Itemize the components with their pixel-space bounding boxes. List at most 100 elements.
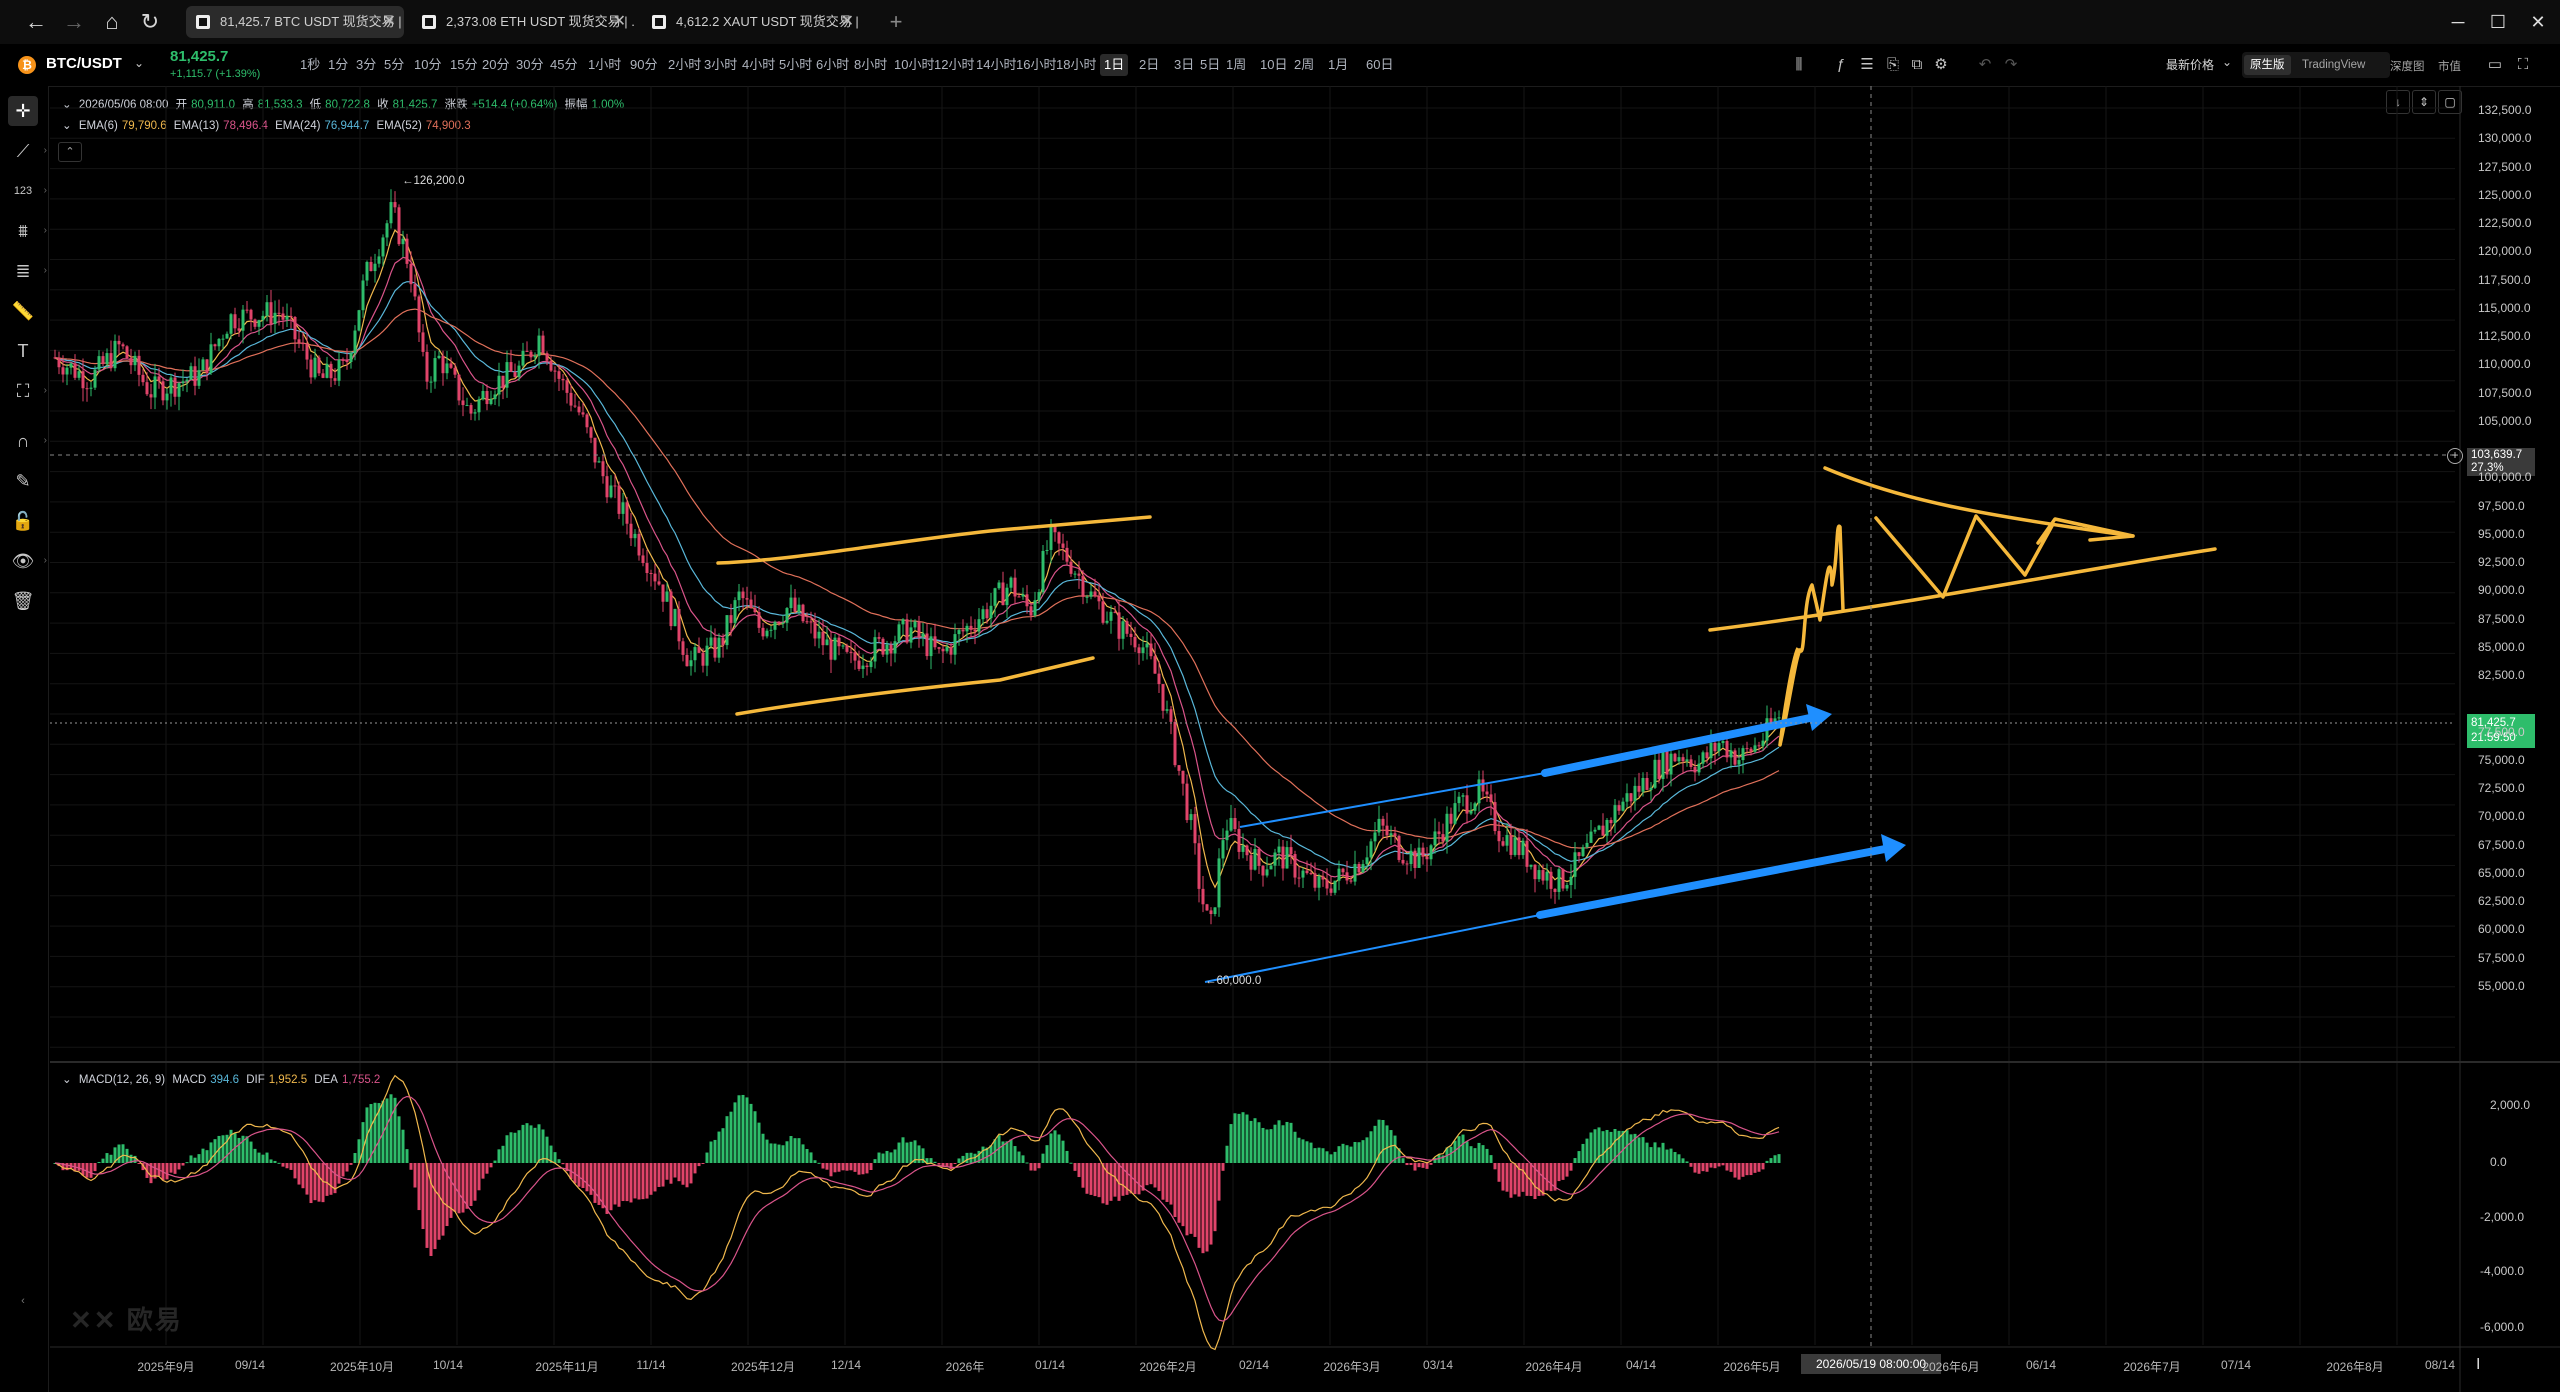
macd-bar <box>273 1160 277 1163</box>
interval-7[interactable]: 30分 <box>512 54 547 76</box>
interval-9[interactable]: 1小时 <box>584 54 625 76</box>
macd-bar <box>681 1163 685 1185</box>
candle-body <box>1225 830 1229 841</box>
candle-body <box>1121 621 1125 639</box>
time-tick: 2025年9月 <box>137 1360 195 1374</box>
macd-bar <box>1669 1148 1673 1163</box>
candle-body <box>1737 760 1741 765</box>
candle-body <box>1009 577 1013 588</box>
price-tick: 132,500.0 <box>2478 103 2532 117</box>
macd-bar <box>305 1163 309 1195</box>
interval-29[interactable]: 1月 <box>1324 54 1352 76</box>
interval-28[interactable]: 2周 <box>1290 54 1318 76</box>
interval-8[interactable]: 45分 <box>546 54 581 76</box>
interval-1[interactable]: 1分 <box>324 54 352 76</box>
interval-4[interactable]: 10分 <box>410 54 445 76</box>
candle-body <box>53 357 57 359</box>
interval-21[interactable]: 18小时 <box>1052 54 1100 76</box>
interval-24[interactable]: 3日 <box>1170 54 1198 76</box>
interval-16[interactable]: 8小时 <box>850 54 891 76</box>
macd-bar <box>1653 1142 1657 1163</box>
interval-0[interactable]: 1秒 <box>296 54 324 76</box>
candle-body <box>1433 831 1437 846</box>
macd-bar <box>1017 1151 1021 1163</box>
interval-25[interactable]: 5日 <box>1196 54 1224 76</box>
price-tick: 125,000.0 <box>2478 187 2532 202</box>
interval-2[interactable]: 3分 <box>352 54 380 76</box>
candlestick-chart[interactable] <box>0 0 2560 1392</box>
macd-bar <box>589 1163 593 1195</box>
interval-5[interactable]: 15分 <box>446 54 481 76</box>
high-mark-value: 126,200.0 <box>413 175 465 187</box>
macd-bar <box>525 1123 529 1163</box>
candle-body <box>961 630 965 632</box>
macd-bar <box>805 1149 809 1163</box>
add-alert-icon[interactable]: + <box>2447 448 2463 464</box>
interval-30[interactable]: 60日 <box>1362 54 1397 76</box>
candle-body <box>1665 750 1669 775</box>
ema-52-line <box>54 308 1780 849</box>
candle-body <box>497 375 501 395</box>
macd-bar <box>1525 1163 1529 1196</box>
candle-body <box>969 625 973 630</box>
candle-body <box>1417 847 1421 868</box>
macd-bar <box>1469 1146 1473 1163</box>
macd-bar <box>89 1163 93 1178</box>
interval-22[interactable]: 1日 <box>1100 54 1129 76</box>
macd-bar <box>457 1163 461 1214</box>
macd-bar <box>733 1102 737 1163</box>
interval-3[interactable]: 5分 <box>380 54 408 76</box>
interval-14[interactable]: 5小时 <box>775 54 816 76</box>
macd-bar <box>401 1129 405 1163</box>
macd-bar <box>1233 1113 1237 1163</box>
macd-bar <box>197 1154 201 1163</box>
candle-body <box>1329 888 1333 893</box>
candle-body <box>1177 765 1181 771</box>
candle-body <box>249 309 253 320</box>
macd-bar <box>1161 1163 1165 1200</box>
candle-body <box>209 344 213 373</box>
drawing-triangle-lower <box>1708 547 2217 632</box>
interval-13[interactable]: 4小时 <box>738 54 779 76</box>
candle-body <box>533 355 537 358</box>
interval-23[interactable]: 2日 <box>1135 54 1163 76</box>
interval-6[interactable]: 20分 <box>478 54 513 76</box>
interval-15[interactable]: 6小时 <box>812 54 853 76</box>
price-tick: 97,500.0 <box>2478 498 2525 513</box>
interval-12[interactable]: 3小时 <box>700 54 741 76</box>
macd-bar <box>1165 1163 1169 1202</box>
low-mark: ←60,000.0 <box>1205 975 1262 987</box>
candle-body <box>561 378 565 381</box>
macd-bar <box>533 1127 537 1163</box>
drawing-zigzag <box>1778 514 2135 747</box>
candle-body <box>409 263 413 285</box>
macd-bar <box>421 1163 425 1230</box>
candle-body <box>149 394 153 398</box>
candle-body <box>993 588 997 606</box>
chevron-down-icon[interactable]: ⌄ <box>62 1074 72 1086</box>
macd-bar <box>1413 1163 1417 1171</box>
interval-10[interactable]: 90分 <box>626 54 661 76</box>
macd-bar <box>1105 1163 1109 1205</box>
macd-tick: 0.0 <box>2490 1155 2507 1169</box>
candle-body <box>225 333 229 339</box>
candle-body <box>1753 745 1757 752</box>
candle-body <box>1369 841 1373 858</box>
macd-bar <box>1169 1163 1173 1205</box>
macd-bar <box>349 1163 353 1165</box>
candle-body <box>757 612 761 628</box>
candle-body <box>97 356 101 370</box>
candle-body <box>785 608 789 623</box>
candle-body <box>1365 857 1369 865</box>
macd-bar <box>901 1137 905 1163</box>
macd-bar <box>1593 1129 1597 1163</box>
macd-bar <box>1549 1163 1553 1192</box>
interval-27[interactable]: 10日 <box>1256 54 1291 76</box>
candle-body <box>1621 801 1625 811</box>
macd-bar <box>1261 1127 1265 1163</box>
candle-body <box>1653 759 1657 788</box>
interval-26[interactable]: 1周 <box>1222 54 1250 76</box>
candle-body <box>1613 805 1617 824</box>
macd-bar <box>201 1148 205 1163</box>
macd-bar <box>1221 1163 1225 1171</box>
